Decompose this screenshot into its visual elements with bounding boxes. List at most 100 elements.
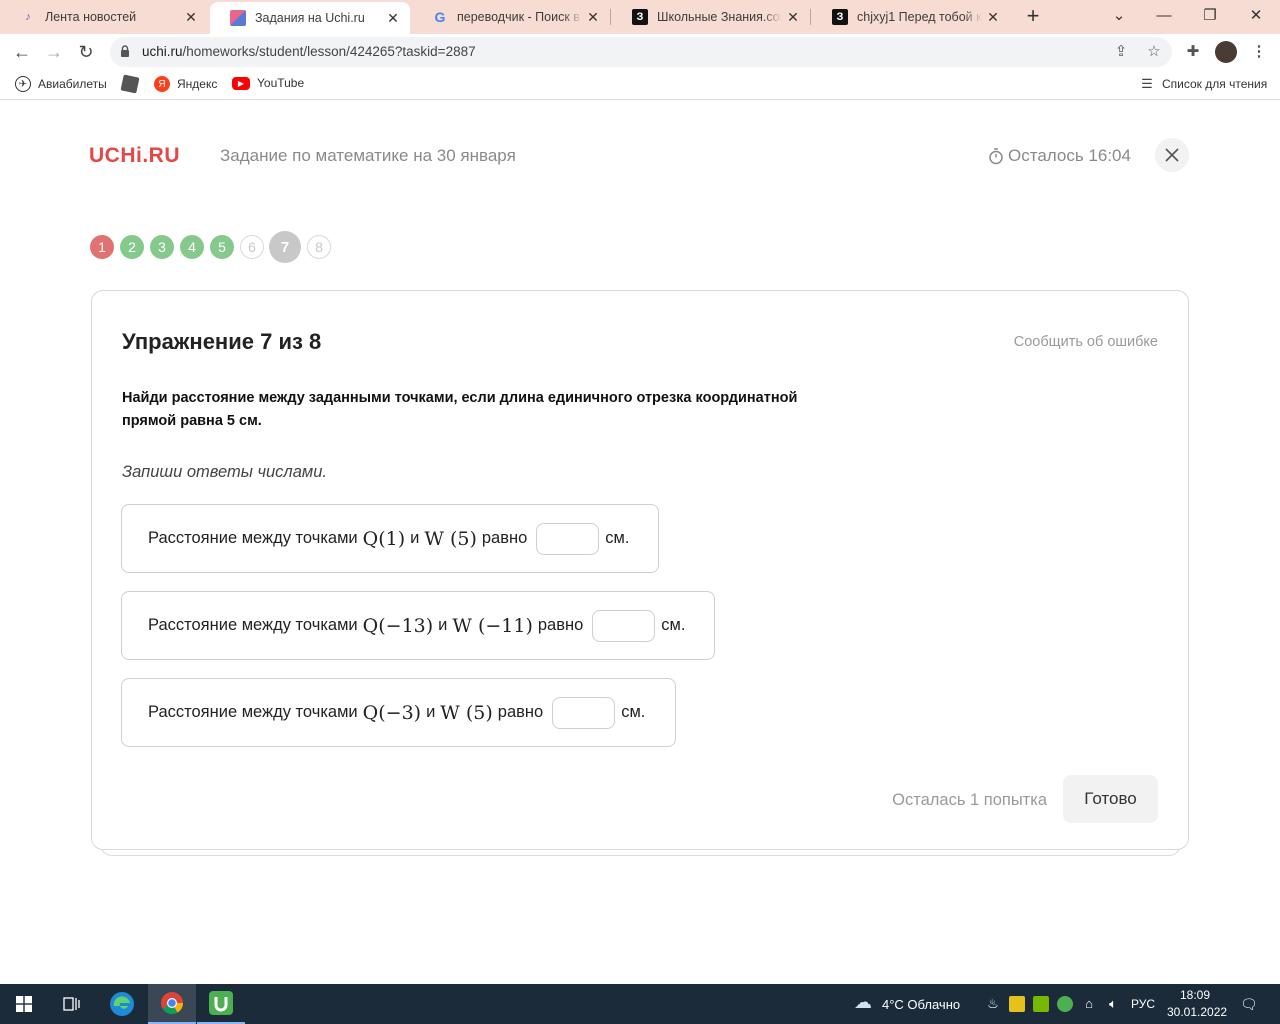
share-icon[interactable]: ⇪	[1110, 41, 1132, 63]
bookmark-roblox[interactable]	[120, 74, 145, 94]
tab-znanija-1[interactable]: З Школьные Знания.com - Решени ✕	[612, 0, 810, 34]
verb: равно	[537, 616, 584, 634]
conjunction: и	[426, 703, 436, 721]
tab-label: Школьные Знания.com - Решени	[657, 10, 782, 24]
znanija-favicon-icon: З	[832, 9, 848, 25]
lock-icon	[121, 45, 129, 57]
task-view-icon	[63, 997, 80, 1011]
verb: равно	[481, 529, 528, 547]
notifications-icon[interactable]: 🗨︎	[1240, 996, 1258, 1012]
verb: равно	[497, 703, 544, 721]
question-text: Расстояние между точками	[148, 703, 358, 721]
close-icon	[1165, 148, 1179, 162]
step-8[interactable]: 8	[307, 235, 331, 259]
menu-kebab-icon[interactable]: ⋮	[1248, 41, 1270, 63]
report-error-link[interactable]: Сообщить об ошибке	[1014, 334, 1158, 350]
step-1[interactable]: 1	[90, 235, 114, 259]
page-title: Задание по математике на 30 января	[220, 146, 516, 165]
step-2[interactable]: 2	[120, 235, 144, 259]
bookmark-youtube[interactable]: ▶ YouTube	[232, 76, 304, 90]
tray-app-icon[interactable]	[1009, 996, 1025, 1012]
tab-label: chjxyj1 Перед тобой коорд	[857, 10, 982, 24]
restore-icon[interactable]: ❐	[1195, 4, 1225, 28]
windows-taskbar: ☁ 4°C Облачно ♨ ⌂ 🔈︎ РУС 18:09 30.01.202…	[0, 984, 1280, 1024]
extensions-puzzle-icon[interactable]: ✚	[1182, 41, 1204, 63]
point-q: Q(1)	[362, 527, 406, 550]
browser-toolbar: ← → ↻ uchi.ru/homeworks/student/lesson/4…	[0, 34, 1280, 70]
point-w: W (−11)	[452, 614, 533, 637]
news-favicon-icon: ♪	[25, 11, 31, 23]
bookmark-yandex[interactable]: Я Яндекс	[154, 76, 217, 92]
bookmark-label: YouTube	[257, 76, 305, 90]
reading-list-label: Список для чтения	[1162, 77, 1268, 91]
taskbar-edge[interactable]	[98, 984, 146, 1024]
uchi-favicon-icon	[230, 10, 246, 26]
yandex-icon: Я	[154, 76, 170, 92]
exercise-hint: Запиши ответы числами.	[122, 463, 327, 481]
url-text: uchi.ru/homeworks/student/lesson/424265?…	[142, 44, 476, 59]
reload-icon[interactable]: ↻	[73, 39, 99, 65]
done-button[interactable]: Готово	[1063, 775, 1158, 823]
tab-close-icon[interactable]: ✕	[582, 9, 604, 26]
step-3[interactable]: 3	[150, 235, 174, 259]
google-favicon-icon: G	[434, 9, 446, 25]
reading-list-button[interactable]: ☰ Список для чтения	[1139, 76, 1267, 92]
tab-uchi[interactable]: Задания на Uchi.ru ✕	[210, 2, 410, 34]
utorrent-tray-icon[interactable]	[1057, 996, 1073, 1012]
volume-icon[interactable]: 🔈︎	[1105, 996, 1121, 1012]
point-q: Q(−3)	[362, 701, 422, 724]
task-view-button[interactable]	[48, 984, 96, 1024]
weather-cloud-icon: ☁	[854, 992, 872, 1012]
steam-icon[interactable]: ♨	[985, 996, 1001, 1012]
address-bar[interactable]: uchi.ru/homeworks/student/lesson/424265?…	[110, 37, 1172, 67]
answer-input-1[interactable]	[536, 522, 600, 555]
znanija-favicon-icon: З	[632, 9, 648, 25]
clock-time[interactable]: 18:09	[1180, 988, 1210, 1002]
profile-avatar[interactable]	[1215, 41, 1237, 63]
step-4[interactable]: 4	[180, 235, 204, 259]
tab-search-chevron-icon[interactable]: ⌄	[1104, 4, 1134, 28]
tab-close-icon[interactable]: ✕	[180, 9, 202, 26]
windows-logo-icon	[16, 996, 32, 1012]
aviasales-icon: ✈	[15, 76, 31, 92]
step-7-current[interactable]: 7	[269, 231, 301, 263]
nvidia-icon[interactable]	[1033, 996, 1049, 1012]
bookmark-star-icon[interactable]: ☆	[1143, 41, 1165, 63]
taskbar-chrome[interactable]	[148, 984, 196, 1024]
exercise-instruction: Найди расстояние между заданными точками…	[122, 390, 798, 429]
browser-tab-bar: ♪ Лента новостей ✕ Задания на Uchi.ru ✕ …	[0, 0, 1280, 34]
tab-close-icon[interactable]: ✕	[782, 9, 804, 26]
back-arrow-icon[interactable]: ←	[9, 39, 35, 65]
bookmark-label: Яндекс	[177, 77, 218, 91]
unit: см.	[661, 616, 686, 634]
step-6[interactable]: 6	[240, 235, 264, 259]
uchi-logo[interactable]: UCHi.RU	[89, 144, 180, 168]
tab-close-icon[interactable]: ✕	[382, 10, 404, 27]
tab-label: Лента новостей	[45, 10, 137, 24]
question-2: Расстояние между точками Q(−13) и W (−11…	[121, 591, 715, 660]
start-button[interactable]	[0, 984, 48, 1024]
point-w: W (5)	[440, 701, 493, 724]
question-1: Расстояние между точками Q(1) и W (5) ра…	[121, 504, 659, 573]
tab-google[interactable]: G переводчик - Поиск в Google ✕	[412, 0, 610, 34]
question-3: Расстояние между точками Q(−3) и W (5) р…	[121, 678, 676, 747]
clock-date[interactable]: 30.01.2022	[1167, 1005, 1227, 1019]
tab-news[interactable]: ♪ Лента новостей ✕	[0, 0, 208, 34]
new-tab-plus-icon[interactable]: +	[1022, 5, 1044, 27]
bookmark-aviasales[interactable]: ✈ Авиабилеты	[15, 76, 107, 92]
close-button[interactable]	[1155, 138, 1189, 172]
forward-arrow-icon[interactable]: →	[41, 39, 67, 65]
answer-input-3[interactable]	[552, 696, 616, 729]
language-indicator[interactable]: РУС	[1131, 997, 1155, 1011]
close-window-icon[interactable]: ✕	[1241, 4, 1271, 28]
network-icon[interactable]: ⌂	[1081, 996, 1097, 1012]
exercise-title: Упражнение 7 из 8	[122, 329, 322, 354]
answer-input-2[interactable]	[592, 609, 656, 642]
minimize-icon[interactable]: —	[1149, 4, 1179, 28]
tab-close-icon[interactable]: ✕	[982, 9, 1004, 26]
weather-text[interactable]: 4°C Облачно	[882, 997, 960, 1012]
taskbar-utorrent[interactable]	[197, 984, 245, 1024]
step-5[interactable]: 5	[210, 235, 234, 259]
point-q: Q(−13)	[362, 614, 434, 637]
tab-znanija-2[interactable]: З chjxyj1 Перед тобой коорд ✕	[812, 0, 1010, 34]
